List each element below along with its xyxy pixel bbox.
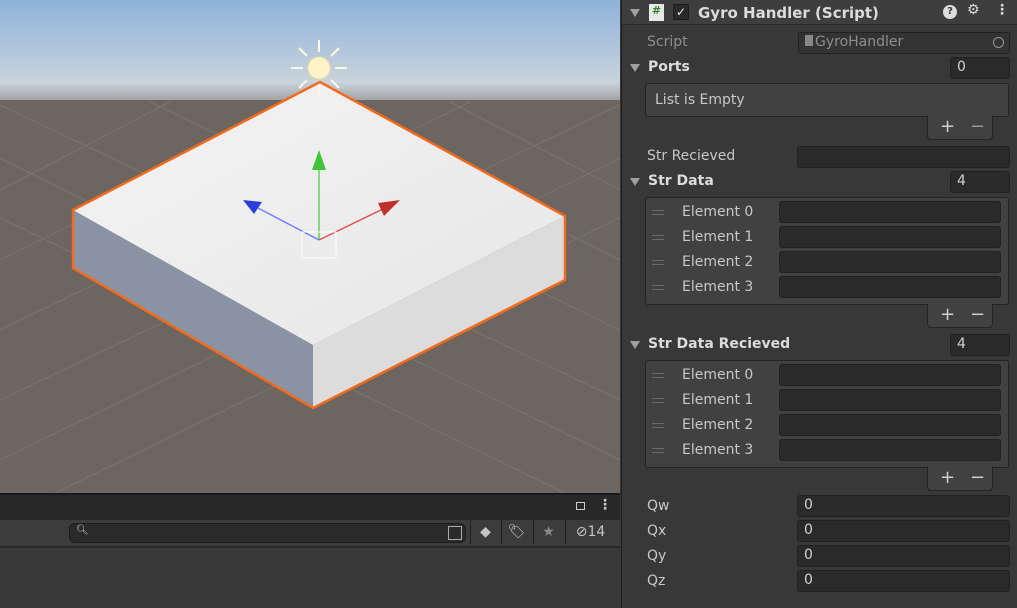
- quaternion-row-qz: Qz 0: [622, 570, 1017, 594]
- quaternion-field[interactable]: 0: [797, 520, 1010, 542]
- more-menu-icon[interactable]: ⋮: [598, 497, 612, 513]
- list-element-row: Element 3: [622, 439, 1017, 463]
- component-header[interactable]: # ✓ Gyro Handler (Script) ? ⚙︎ ⋮: [622, 0, 1017, 25]
- remove-button[interactable]: −: [970, 304, 985, 325]
- drag-handle-icon[interactable]: [652, 210, 664, 215]
- element-label: Element 3: [682, 279, 754, 295]
- element-label: Element 0: [682, 204, 754, 220]
- drag-handle-icon[interactable]: [652, 285, 664, 290]
- str-data-foldout-icon[interactable]: [630, 178, 640, 186]
- element-field[interactable]: [779, 276, 1001, 298]
- drag-handle-icon[interactable]: [652, 398, 664, 403]
- quaternion-row-qy: Qy 0: [622, 545, 1017, 569]
- scene-view[interactable]: [0, 0, 620, 493]
- element-label: Element 1: [682, 392, 754, 408]
- list-element-row: Element 1: [622, 226, 1017, 250]
- element-label: Element 2: [682, 417, 754, 433]
- element-field[interactable]: [779, 251, 1001, 273]
- quaternion-label: Qw: [647, 498, 670, 514]
- add-button[interactable]: +: [940, 304, 955, 325]
- script-value: GyroHandler: [815, 34, 904, 50]
- list-element-row: Element 0: [622, 201, 1017, 225]
- scene-canvas[interactable]: [0, 0, 620, 493]
- hidden-count: 14: [587, 524, 606, 540]
- ports-foldout-icon[interactable]: [630, 64, 640, 72]
- search-icon: 🔍︎: [76, 525, 89, 536]
- object-picker-icon[interactable]: [993, 37, 1004, 48]
- element-label: Element 2: [682, 254, 754, 270]
- search-input[interactable]: 🔍︎: [69, 523, 466, 543]
- inspector-panel: # ✓ Gyro Handler (Script) ? ⚙︎ ⋮ Script …: [621, 0, 1017, 608]
- script-file-icon: [805, 35, 813, 46]
- sun-light-icon: [291, 40, 347, 96]
- quaternion-row-qw: Qw 0: [622, 495, 1017, 519]
- list-element-row: Element 2: [622, 414, 1017, 438]
- element-label: Element 0: [682, 367, 754, 383]
- project-panel: ⋮ 🔍︎: [0, 493, 620, 608]
- quaternion-label: Qy: [647, 548, 667, 564]
- element-field[interactable]: [779, 439, 1001, 461]
- str-data-label: Str Data: [648, 173, 714, 189]
- quaternion-row-qx: Qx 0: [622, 520, 1017, 544]
- element-field[interactable]: [779, 389, 1001, 411]
- drag-handle-icon[interactable]: [652, 448, 664, 453]
- presets-icon[interactable]: ⚙︎: [967, 2, 980, 18]
- element-field[interactable]: [779, 414, 1001, 436]
- search-popout-icon[interactable]: [448, 526, 462, 540]
- element-field[interactable]: [779, 226, 1001, 248]
- enabled-checkbox[interactable]: ✓: [673, 4, 689, 20]
- add-button[interactable]: +: [940, 116, 955, 137]
- script-file-icon: #: [649, 4, 664, 21]
- filter-by-label-button[interactable]: 🏷︎: [501, 520, 531, 544]
- element-field[interactable]: [779, 364, 1001, 386]
- favorites-button[interactable]: ★: [533, 520, 563, 544]
- quaternion-field[interactable]: 0: [797, 495, 1010, 517]
- script-field[interactable]: GyroHandler: [798, 32, 1010, 54]
- element-label: Element 1: [682, 229, 754, 245]
- remove-button[interactable]: −: [970, 116, 985, 137]
- ports-size-field[interactable]: 0: [950, 57, 1010, 79]
- help-icon[interactable]: ?: [943, 5, 957, 19]
- list-element-row: Element 3: [622, 276, 1017, 300]
- element-field[interactable]: [779, 201, 1001, 223]
- eye-slash-icon: ⊘: [575, 524, 588, 540]
- str-recieved-label: Str Recieved: [647, 148, 736, 164]
- str-data-size-field[interactable]: 4: [950, 171, 1010, 193]
- str-data-recieved-label: Str Data Recieved: [648, 336, 791, 352]
- element-label: Element 3: [682, 442, 754, 458]
- component-title: Gyro Handler (Script): [698, 4, 879, 22]
- str-data-recieved-footer: + −: [927, 467, 993, 491]
- drag-handle-icon[interactable]: [652, 260, 664, 265]
- list-empty-text: List is Empty: [655, 92, 745, 108]
- ports-footer: + −: [927, 116, 993, 140]
- filter-by-type-button[interactable]: ◆: [470, 520, 500, 544]
- ports-label: Ports: [648, 59, 690, 75]
- remove-button[interactable]: −: [970, 467, 985, 488]
- str-data-recieved-foldout-icon[interactable]: [630, 341, 640, 349]
- lock-icon[interactable]: [576, 502, 585, 510]
- drag-handle-icon[interactable]: [652, 235, 664, 240]
- quaternion-field[interactable]: 0: [797, 570, 1010, 592]
- component-menu-icon[interactable]: ⋮: [995, 2, 1009, 18]
- str-data-recieved-size-field[interactable]: 4: [950, 334, 1010, 356]
- str-data-footer: + −: [927, 304, 993, 328]
- ports-list: List is Empty: [645, 83, 1009, 117]
- script-label: Script: [647, 34, 688, 50]
- drag-handle-icon[interactable]: [652, 423, 664, 428]
- foldout-arrow-icon[interactable]: [630, 9, 640, 17]
- quaternion-label: Qz: [647, 573, 666, 589]
- drag-handle-icon[interactable]: [652, 373, 664, 378]
- list-element-row: Element 0: [622, 364, 1017, 388]
- hidden-packages-toggle[interactable]: ⊘14: [565, 520, 615, 544]
- list-element-row: Element 2: [622, 251, 1017, 275]
- str-recieved-field[interactable]: [797, 146, 1010, 168]
- quaternion-label: Qx: [647, 523, 667, 539]
- add-button[interactable]: +: [940, 467, 955, 488]
- quaternion-field[interactable]: 0: [797, 545, 1010, 567]
- list-element-row: Element 1: [622, 389, 1017, 413]
